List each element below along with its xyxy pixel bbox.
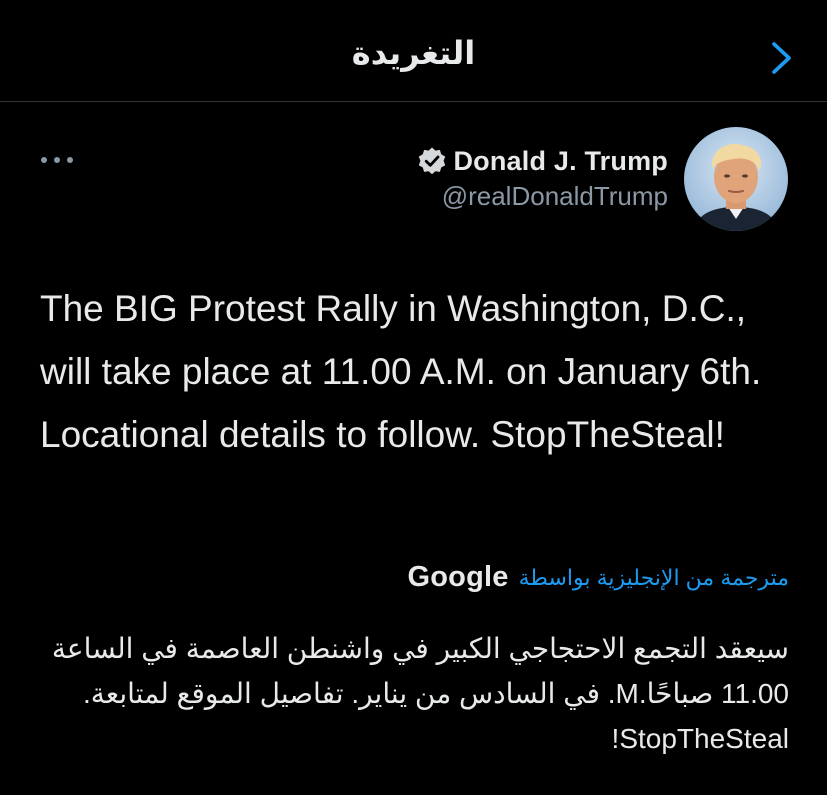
chevron-right-icon (764, 42, 800, 82)
translated-by-link[interactable]: مترجمة من الإنجليزية بواسطة (519, 565, 789, 591)
back-button[interactable] (764, 38, 800, 78)
avatar[interactable] (684, 127, 788, 231)
tweet-text: The BIG Protest Rally in Washington, D.C… (40, 288, 762, 455)
google-logo: Google (407, 561, 509, 593)
more-options-icon (38, 157, 76, 174)
verified-badge-icon (417, 146, 447, 176)
author-handle: @realDonaldTrump (441, 181, 668, 211)
more-options-button[interactable] (38, 150, 76, 170)
top-bar: التغريدة (0, 0, 827, 102)
tweet-author[interactable]: Donald J. Trump @realDonaldTrump (417, 143, 668, 212)
user-avatar (684, 127, 788, 231)
author-name-line: Donald J. Trump (417, 143, 668, 179)
translated-tweet-text: سيعقد التجمع الاحتجاجي الكبير في واشنطن … (51, 633, 789, 754)
author-display-name: Donald J. Trump (453, 145, 668, 176)
translation-attribution: Google مترجمة من الإنجليزية بواسطة (408, 561, 789, 594)
page-title: التغريدة (351, 35, 476, 71)
